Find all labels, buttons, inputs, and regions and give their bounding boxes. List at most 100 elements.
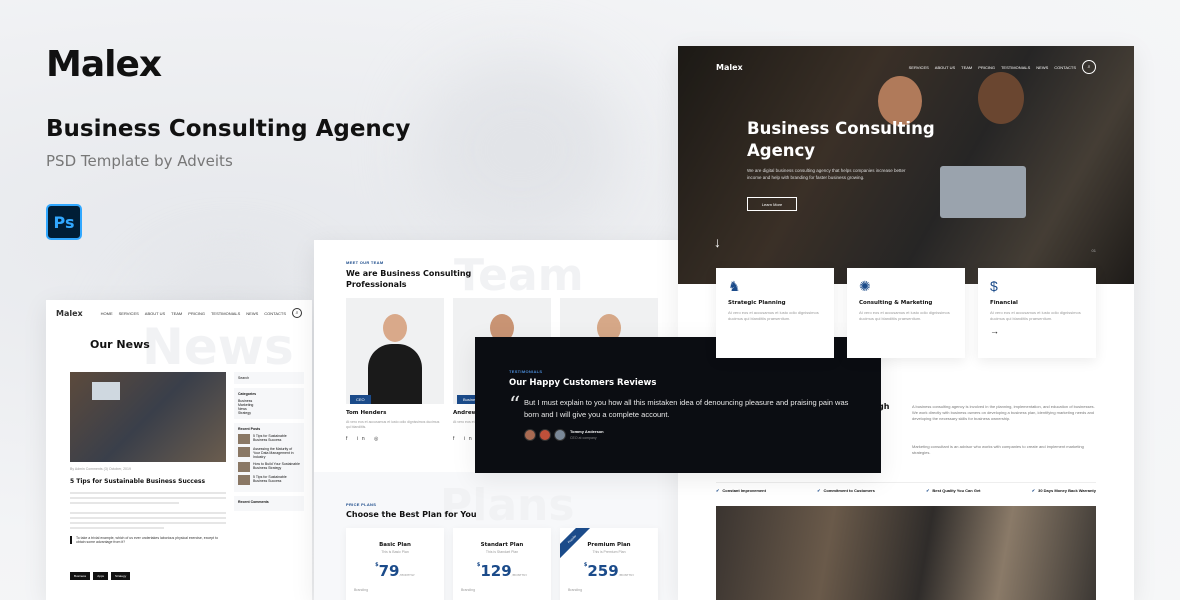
recent-post[interactable]: How to Build Your Sustainable Business S…: [238, 462, 300, 472]
news-title: Our News: [90, 338, 150, 351]
hero-description: We are digital business consulting agenc…: [747, 168, 906, 180]
recent-post[interactable]: 5 Tips for Sustainable Business Success: [238, 475, 300, 485]
team-eyebrow: MEET OUR TEAM: [346, 260, 384, 265]
nav-item-pricing[interactable]: PRICING: [188, 311, 205, 316]
search-icon[interactable]: ⌕: [1082, 60, 1096, 74]
check-icon: ✔: [817, 488, 821, 493]
plan-subtitle: This is Basic Plan: [381, 550, 409, 554]
nav-item-team[interactable]: TEAM: [961, 65, 972, 70]
recent-post[interactable]: 5 Tips for Sustainable Business Success: [238, 434, 300, 444]
plan-feature: Branding: [354, 588, 369, 592]
reviewer-role: CEO at company: [570, 436, 597, 440]
nav-item-contacts[interactable]: CONTACTS: [1054, 65, 1076, 70]
news-post-excerpt: [70, 492, 226, 507]
member-bio: At vero eos et accusamus et iusto odio d…: [346, 420, 440, 429]
team-member-card[interactable]: CEO: [346, 298, 444, 404]
sidebar-search-input[interactable]: Search: [234, 372, 304, 384]
nav-item-services[interactable]: SERVICES: [909, 65, 929, 70]
avatar[interactable]: [539, 429, 551, 441]
reviewer-name: Tommy Anderson: [570, 429, 604, 434]
plan-price: $129/MONTHLY: [476, 562, 528, 580]
recent-comments-title: Recent Comments: [238, 500, 269, 504]
pricing-eyebrow: PRICE PLANS: [346, 502, 377, 507]
pricing-section: Plans PRICE PLANS Choose the Best Plan f…: [314, 472, 678, 600]
plan-subtitle: This is Premium Plan: [592, 550, 626, 554]
recent-post[interactable]: Assessing the Maturity of Your Data Mana…: [238, 447, 300, 459]
plan-card-basic[interactable]: Basic Plan This is Basic Plan $79/MONTHL…: [346, 528, 444, 600]
service-title: Financial: [990, 300, 1018, 306]
news-post-meta: By Admin Comments (3) October, 2019: [70, 467, 131, 471]
learn-more-button[interactable]: Learn More: [747, 197, 797, 211]
search-icon[interactable]: ⌕: [292, 308, 302, 318]
member-name: Tom Henders: [346, 410, 387, 416]
avatar[interactable]: [524, 429, 536, 441]
arrow-right-icon[interactable]: →: [990, 326, 1084, 336]
service-card-strategic-planning[interactable]: ♞ Strategic Planning At vero eos et accu…: [716, 268, 834, 358]
review-quote: But I must explain to you how all this m…: [524, 398, 849, 419]
hero-nav: Malex SERVICES ABOUT US TEAM PRICING TES…: [716, 60, 1096, 74]
feature-item: ✔ Commitment to Customers: [817, 488, 875, 493]
nav-item-services[interactable]: SERVICES: [119, 311, 139, 316]
reviewer-avatars: [524, 429, 566, 441]
photoshop-icon: Ps: [46, 204, 82, 240]
service-card-consulting-marketing[interactable]: ✺ Consulting & Marketing At vero eos et …: [847, 268, 965, 358]
categories-title: Categories: [238, 392, 257, 396]
news-tags: Business Apps Strategy: [70, 572, 131, 580]
scroll-down-arrow-icon[interactable]: ↓: [714, 234, 721, 250]
feature-item: ✔ Constant Improvement: [716, 488, 766, 493]
team-title: We are Business Consulting Professionals: [346, 269, 472, 289]
service-card-financial[interactable]: $ Financial At vero eos et accusamus et …: [978, 268, 1096, 358]
features-row: ✔ Constant Improvement ✔ Commitment to Cus…: [716, 482, 1096, 493]
news-post-title[interactable]: 5 Tips for Sustainable Business Success: [70, 478, 205, 485]
plan-card-standart[interactable]: Standart Plan This is Standart Plan $129…: [453, 528, 551, 600]
tag-apps[interactable]: Apps: [93, 572, 109, 580]
service-text: At vero eos et accusamus et iusto odio d…: [728, 310, 819, 321]
intro-title: Business Consulting Agency: [46, 116, 411, 142]
service-title: Strategic Planning: [728, 300, 786, 306]
news-page-preview: News Malex HOME SERVICES ABOUT US TEAM P…: [46, 300, 312, 600]
nav-item-team[interactable]: TEAM: [171, 311, 182, 316]
hero-photo-person: [978, 72, 1024, 124]
slide-counter: 01: [1091, 248, 1096, 253]
recent-posts-title: Recent Posts: [238, 427, 261, 431]
sidebar-categories: Categories Business Marketing News Strat…: [234, 388, 304, 419]
about-text-secondary: Marketing consultant is an advisor who w…: [912, 444, 1084, 455]
plan-name: Standart Plan: [480, 542, 524, 548]
news-post-excerpt: [70, 512, 226, 532]
nav-item-testimonials[interactable]: TESTIMONIALS: [1001, 65, 1030, 70]
pricing-watermark: Plans: [440, 480, 575, 531]
check-icon: ✔: [1031, 488, 1036, 493]
chess-knight-icon: ♞: [728, 278, 741, 294]
dollar-document-icon: $: [990, 278, 998, 294]
background-blur-shape: [420, 60, 620, 240]
hero-nav-logo[interactable]: Malex: [716, 63, 743, 72]
feature-item: ✔ 30 Days Money Back Warranty: [1031, 488, 1096, 493]
feature-item: ✔ Best Quality You Can Get: [926, 488, 981, 493]
intro-subtitle: PSD Template by Adveits: [46, 152, 233, 170]
nav-item-testimonials[interactable]: TESTIMONIALS: [211, 311, 240, 316]
plan-price: $259/MONTHLY: [583, 562, 635, 580]
nav-item-about[interactable]: ABOUT US: [935, 65, 955, 70]
nav-item-news[interactable]: NEWS: [246, 311, 258, 316]
reviews-title: Our Happy Customers Reviews: [509, 378, 657, 388]
news-post-image[interactable]: [70, 372, 226, 462]
brand-logo: Malex: [46, 44, 162, 85]
service-text: At vero eos et accusamus et iusto odio d…: [859, 310, 950, 321]
nav-item-about[interactable]: ABOUT US: [145, 311, 165, 316]
plan-subtitle: This is Standart Plan: [485, 550, 519, 554]
nav-item-contacts[interactable]: CONTACTS: [264, 311, 286, 316]
tag-business[interactable]: Business: [70, 572, 91, 580]
service-title: Consulting & Marketing: [859, 300, 933, 306]
category-item[interactable]: Strategy: [238, 411, 300, 415]
pricing-title: Choose the Best Plan for You: [346, 510, 477, 519]
news-nav-logo[interactable]: Malex: [56, 309, 83, 318]
nav-item-news[interactable]: NEWS: [1036, 65, 1048, 70]
nav-item-pricing[interactable]: PRICING: [978, 65, 995, 70]
avatar[interactable]: [554, 429, 566, 441]
tag-strategy[interactable]: Strategy: [111, 572, 131, 580]
news-post-quote: To take a trivial example, which of us e…: [70, 536, 226, 544]
member-social-icons[interactable]: f in ◎: [346, 436, 382, 442]
plan-feature: Branding: [568, 588, 583, 592]
plan-card-premium[interactable]: Popular Premium Plan This is Premium Pla…: [560, 528, 658, 600]
nav-item-home[interactable]: HOME: [101, 311, 113, 316]
